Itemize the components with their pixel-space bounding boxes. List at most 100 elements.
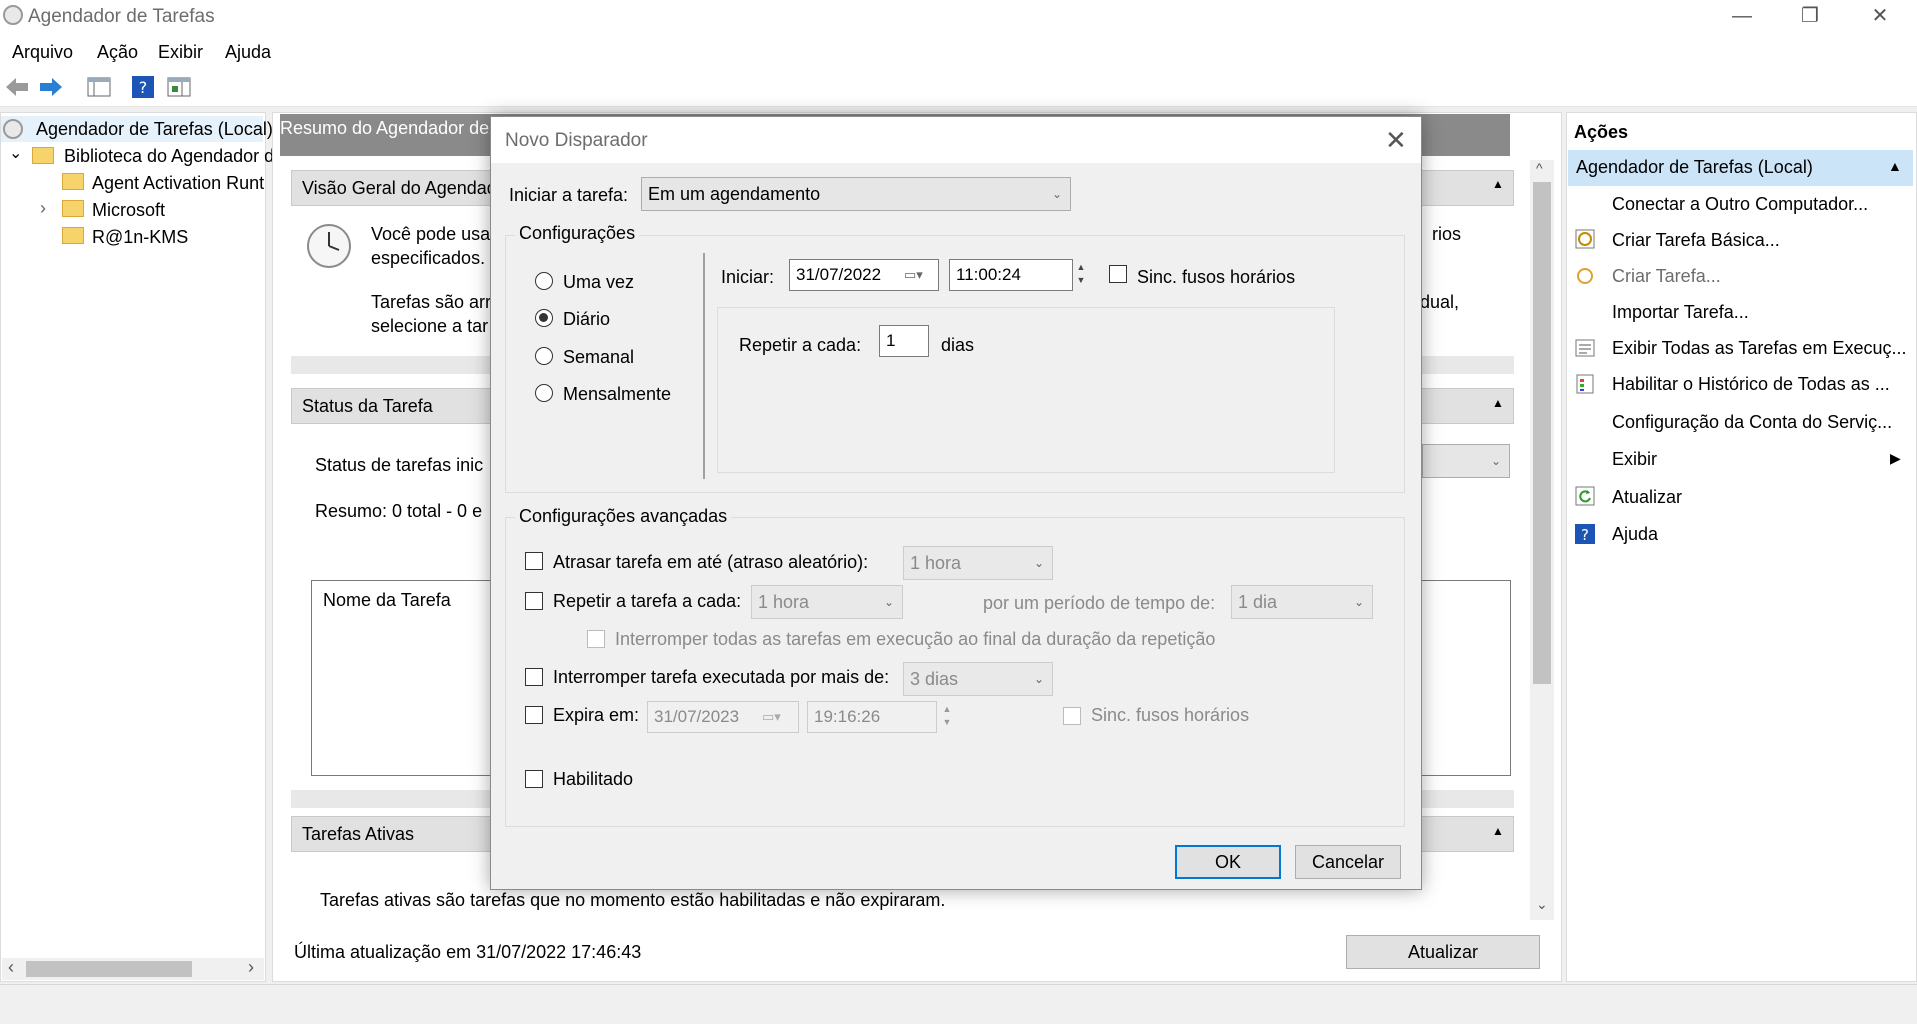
sync-timezones-label[interactable]: Sinc. fusos horários [1137,267,1295,288]
radio-monthly-label[interactable]: Mensalmente [563,384,671,405]
enabled-label[interactable]: Habilitado [553,769,633,790]
repeat-task-checkbox[interactable] [525,592,543,610]
help-icon[interactable]: ? [130,74,156,100]
history-icon [1576,374,1594,394]
menu-acao[interactable]: Ação [97,42,138,63]
restore-button[interactable]: ❐ [1784,2,1836,30]
radio-weekly[interactable] [535,347,553,365]
start-label: Iniciar: [721,267,775,287]
expand-icon[interactable]: › [40,198,46,219]
scroll-up-icon[interactable]: ^ [1536,160,1543,176]
start-task-select[interactable]: Em um agendamento ⌄ [641,177,1071,211]
action-create-task[interactable]: Criar Tarefa... [1612,266,1721,287]
delay-label[interactable]: Atrasar tarefa em até (atraso aleatório)… [553,552,868,573]
scrollbar-thumb[interactable] [26,961,192,977]
recurrence-box [717,307,1335,473]
refresh-button[interactable]: Atualizar [1346,935,1540,969]
action-show-running[interactable]: Exibir Todas as Tarefas em Execuç... [1612,338,1906,359]
action-create-basic-task[interactable]: Criar Tarefa Básica... [1612,230,1780,251]
action-service-account[interactable]: Configuração da Conta do Serviç... [1612,412,1892,433]
tree-item-microsoft[interactable]: Microsoft [92,200,165,221]
menu-bar: Arquivo Ação Exibir Ajuda [0,34,1917,68]
action-connect[interactable]: Conectar a Outro Computador... [1612,194,1868,215]
stop-longer-label[interactable]: Interromper tarefa executada por mais de… [553,667,889,688]
action-refresh[interactable]: Atualizar [1612,487,1682,508]
console-tree-icon[interactable] [86,74,112,100]
stop-longer-checkbox[interactable] [525,668,543,686]
radio-daily-label[interactable]: Diário [563,309,610,330]
expire-date-picker[interactable]: 31/07/2023 ▭▾ [647,701,799,733]
repeat-every-input[interactable]: 1 [879,325,929,357]
radio-once-label[interactable]: Uma vez [563,272,634,293]
tree-item-agent[interactable]: Agent Activation Runt [92,173,264,194]
expire-checkbox[interactable] [525,706,543,724]
new-trigger-dialog: Novo Disparador ✕ Iniciar a tarefa: Em u… [490,116,1422,890]
chevron-down-icon: ⌄ [1033,556,1044,570]
forward-arrow-icon[interactable] [38,74,64,100]
menu-ajuda[interactable]: Ajuda [225,42,271,63]
close-button[interactable]: ✕ [1854,2,1906,30]
action-import-task[interactable]: Importar Tarefa... [1612,302,1749,323]
start-time-field[interactable]: 11:00:24 [949,259,1073,291]
menu-exibir[interactable]: Exibir [158,42,203,63]
cancel-button[interactable]: Cancelar [1295,845,1401,879]
tree-item-kms[interactable]: R@1n-KMS [92,227,188,248]
tree-root[interactable]: Agendador de Tarefas (Local) [36,119,273,140]
expire-label[interactable]: Expira em: [553,705,639,726]
window-title: Agendador de Tarefas [28,6,215,27]
enabled-checkbox[interactable] [525,770,543,788]
column-task-name[interactable]: Nome da Tarefa [323,590,451,611]
settings-divider [703,253,705,479]
radio-monthly[interactable] [535,384,553,402]
menu-arquivo[interactable]: Arquivo [12,42,73,63]
collapse-up-icon[interactable]: ▲ [1888,158,1902,174]
scroll-left-icon[interactable]: ‹ [8,957,14,978]
status-title: Status da Tarefa [302,396,433,416]
collapse-up-icon[interactable]: ▲ [1492,396,1504,410]
radio-once[interactable] [535,272,553,290]
repeat-task-select[interactable]: 1 hora ⌄ [751,585,903,619]
duration-select[interactable]: 1 dia ⌄ [1231,585,1373,619]
clock-icon [3,5,23,25]
tree-library[interactable]: Biblioteca do Agendador d [64,146,274,167]
radio-weekly-label[interactable]: Semanal [563,347,634,368]
sync-timezones-checkbox[interactable] [1109,265,1127,283]
expire-time-field[interactable]: 19:16:26 [807,701,937,733]
advanced-label: Configurações avançadas [515,506,732,527]
repeat-task-label[interactable]: Repetir a tarefa a cada: [553,591,741,612]
chevron-down-icon: ⌄ [1353,595,1364,609]
chevron-down-icon: ⌄ [883,595,894,609]
scrollbar-thumb[interactable] [1533,182,1551,684]
radio-daily[interactable] [535,309,553,327]
start-date-picker[interactable]: 31/07/2022 ▭▾ [789,259,939,291]
delay-checkbox[interactable] [525,552,543,570]
ok-button[interactable]: OK [1175,845,1281,879]
duration-value: 1 dia [1238,592,1278,612]
time-spinner-icon[interactable]: ▲ ▼ [937,703,957,729]
dialog-close-icon[interactable]: ✕ [1385,125,1407,156]
collapse-up-icon[interactable]: ▲ [1492,824,1504,838]
svg-text:?: ? [139,78,148,97]
stop-all-checkbox[interactable] [587,630,605,648]
minimize-button[interactable]: — [1716,2,1768,30]
delay-value: 1 hora [910,553,962,573]
start-date-value: 31/07/2022 [796,265,882,284]
expire-sync-checkbox[interactable] [1063,707,1081,725]
settings-label: Configurações [515,223,640,244]
scroll-right-icon[interactable]: › [248,957,254,978]
collapse-up-icon[interactable]: ▲ [1492,177,1504,191]
action-help[interactable]: Ajuda [1612,524,1658,545]
action-enable-history[interactable]: Habilitar o Histórico de Todas as ... [1612,374,1890,395]
stop-longer-select[interactable]: 3 dias ⌄ [903,662,1053,696]
action-pane-icon[interactable] [166,74,192,100]
time-spinner-icon[interactable]: ▲ ▼ [1071,261,1091,287]
delay-select[interactable]: 1 hora ⌄ [903,546,1053,580]
overview-text-2: especificados. [371,248,486,268]
action-view[interactable]: Exibir [1612,449,1657,470]
clock-icon [3,119,23,139]
status-period-select[interactable]: ⌄ [1422,444,1510,478]
scroll-down-icon[interactable]: ⌄ [1536,896,1548,913]
collapse-icon[interactable]: ⌄ [9,143,22,163]
create-basic-task-icon [1575,229,1595,249]
back-arrow-icon[interactable] [4,74,30,100]
